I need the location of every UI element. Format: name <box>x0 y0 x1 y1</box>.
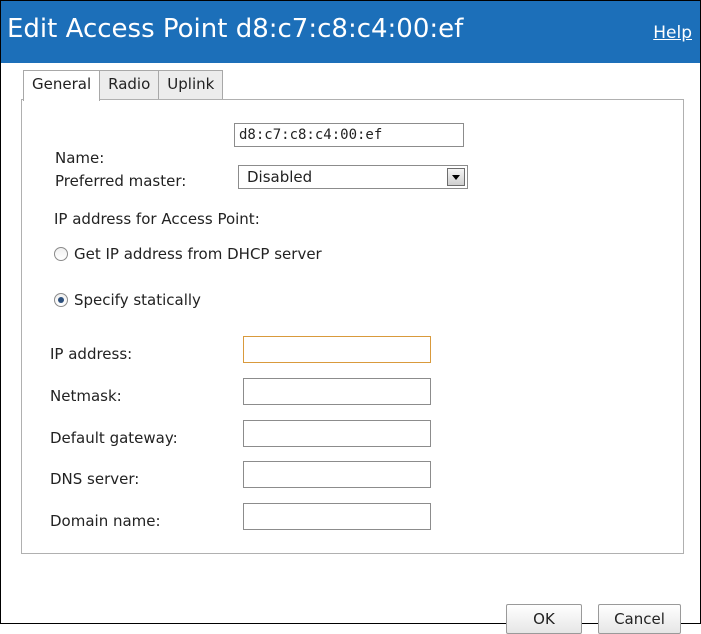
preferred-master-select[interactable]: Disabled <box>238 165 468 189</box>
ok-button[interactable]: OK <box>506 604 582 634</box>
dns-server-label: DNS server: <box>50 470 140 488</box>
netmask-label: Netmask: <box>50 387 122 405</box>
default-gateway-input[interactable] <box>243 420 431 447</box>
ip-address-input[interactable] <box>243 336 431 363</box>
default-gateway-label: Default gateway: <box>50 429 178 447</box>
cancel-button[interactable]: Cancel <box>598 604 681 634</box>
tab-bar: General Radio Uplink <box>23 70 224 101</box>
domain-name-input[interactable] <box>243 503 431 530</box>
preferred-master-label: Preferred master: <box>55 172 187 190</box>
preferred-master-value: Disabled <box>247 168 313 186</box>
ip-address-label: IP address: <box>50 345 133 363</box>
name-field[interactable]: d8:c7:c8:c4:00:ef <box>234 123 464 147</box>
dhcp-radio[interactable] <box>54 247 68 261</box>
static-radio-label[interactable]: Specify statically <box>74 291 201 309</box>
domain-name-label: Domain name: <box>50 512 161 530</box>
edit-access-point-dialog: Edit Access Point d8:c7:c8:c4:00:ef Help… <box>0 0 701 634</box>
dhcp-radio-label[interactable]: Get IP address from DHCP server <box>74 245 322 263</box>
tab-general[interactable]: General <box>23 70 101 101</box>
dialog-title: Edit Access Point d8:c7:c8:c4:00:ef <box>7 14 464 44</box>
title-bar: Edit Access Point d8:c7:c8:c4:00:ef Help <box>1 1 700 63</box>
dns-server-input[interactable] <box>243 461 431 488</box>
ip-section-label: IP address for Access Point: <box>54 210 260 228</box>
name-label: Name: <box>55 149 105 167</box>
help-link[interactable]: Help <box>653 23 692 43</box>
tab-radio[interactable]: Radio <box>99 70 160 99</box>
netmask-input[interactable] <box>243 378 431 405</box>
static-radio[interactable] <box>54 293 68 307</box>
tab-uplink[interactable]: Uplink <box>158 70 224 99</box>
chevron-down-icon[interactable] <box>447 168 465 186</box>
